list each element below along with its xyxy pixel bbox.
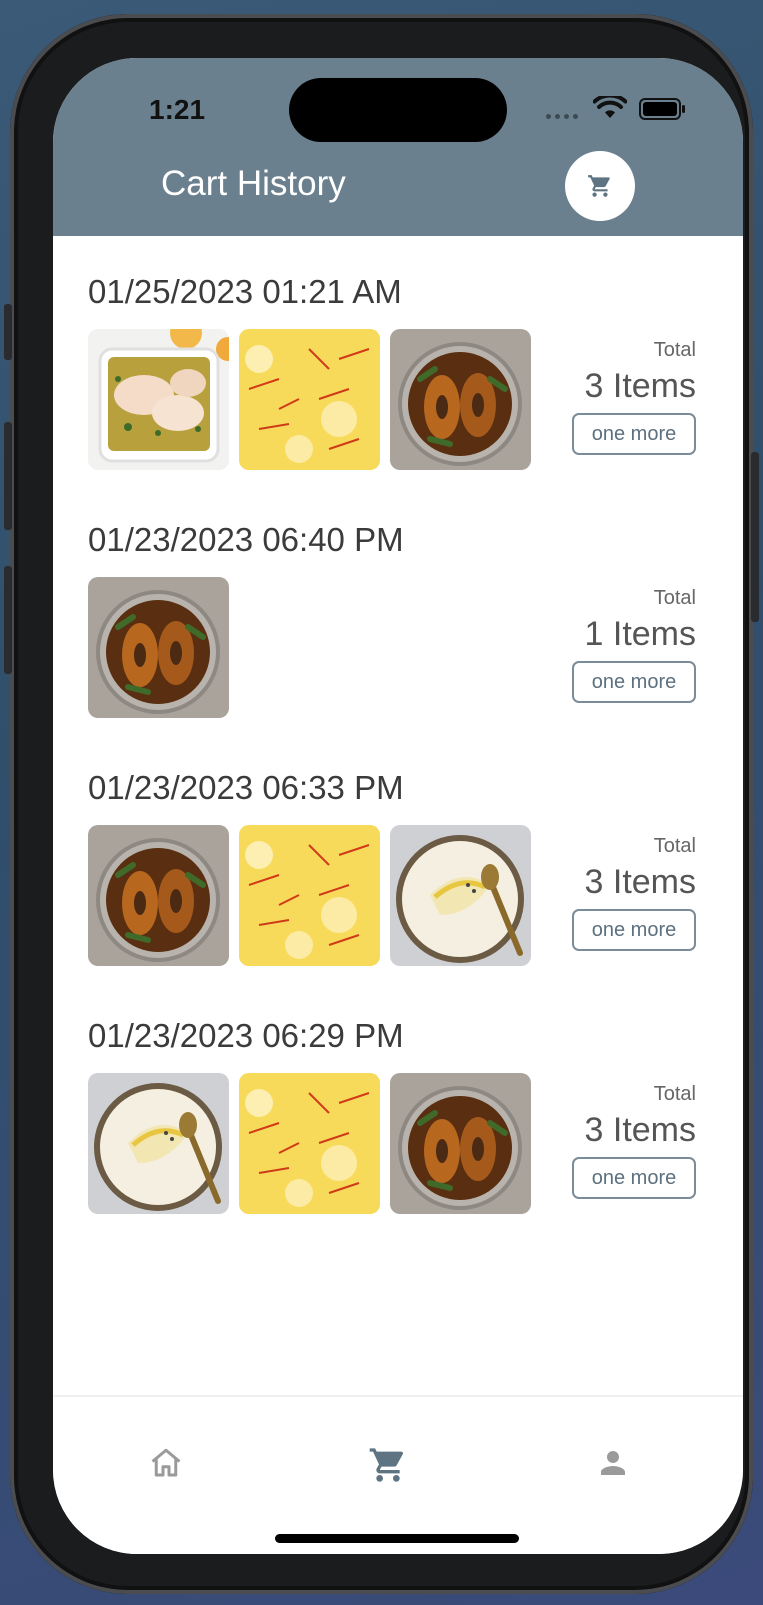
battery-icon — [639, 98, 685, 120]
order-card: 01/23/2023 06:29 PM Total 3 Items one mo… — [88, 1017, 708, 1237]
total-label: Total — [653, 339, 696, 361]
app-header: 1:21 Cart History — [53, 58, 743, 236]
cart-icon — [588, 175, 610, 197]
nav-cart[interactable] — [368, 1445, 408, 1490]
food-image-chicken[interactable] — [88, 329, 229, 470]
person-icon — [601, 1451, 625, 1475]
total-label: Total — [653, 587, 696, 609]
nav-profile[interactable] — [595, 1445, 631, 1486]
order-card: 01/23/2023 06:40 PM Total 1 Items one mo… — [88, 521, 708, 741]
food-image-fish-curry[interactable] — [88, 825, 229, 966]
bottom-nav — [53, 1395, 743, 1554]
home-icon — [151, 1448, 181, 1477]
item-count: 1 Items — [584, 615, 696, 653]
order-date: 01/23/2023 06:40 PM — [88, 521, 404, 558]
order-date: 01/23/2023 06:33 PM — [88, 769, 404, 806]
food-image-fish-curry[interactable] — [390, 329, 531, 470]
status-time: 1:21 — [149, 94, 206, 125]
food-image-fish-curry[interactable] — [390, 1073, 531, 1214]
item-count: 3 Items — [584, 863, 696, 901]
one-more-button[interactable]: one more — [572, 413, 696, 455]
one-more-button[interactable]: one more — [572, 909, 696, 951]
food-image-fish-curry[interactable] — [88, 577, 229, 718]
volume-down-button — [4, 566, 12, 674]
order-card: 01/25/2023 01:21 AM Total 3 Items one mo… — [88, 273, 708, 493]
food-image-saffron-rice[interactable] — [239, 825, 380, 966]
volume-up-button — [4, 422, 12, 530]
cart-icon — [369, 1448, 404, 1482]
phone-frame: 1:21 Cart History 01/25/2023 01:21 AM To… — [4, 14, 759, 1594]
signal-icon — [546, 114, 578, 119]
nav-home[interactable] — [148, 1445, 184, 1486]
total-label: Total — [653, 1083, 696, 1105]
order-date: 01/25/2023 01:21 AM — [88, 273, 402, 310]
one-more-button[interactable]: one more — [572, 1157, 696, 1199]
order-date: 01/23/2023 06:29 PM — [88, 1017, 404, 1054]
total-label: Total — [653, 835, 696, 857]
food-image-saffron-rice[interactable] — [239, 329, 380, 470]
power-button — [751, 452, 759, 622]
app-screen: 1:21 Cart History 01/25/2023 01:21 AM To… — [53, 58, 743, 1554]
home-indicator — [275, 1534, 519, 1543]
food-image-mashed-potato[interactable] — [390, 825, 531, 966]
cart-button[interactable] — [565, 151, 635, 221]
order-card: 01/23/2023 06:33 PM Total 3 Items one mo… — [88, 769, 708, 989]
dynamic-island — [289, 78, 507, 142]
item-count: 3 Items — [584, 367, 696, 405]
order-thumbnails — [88, 329, 531, 470]
page-title: Cart History — [161, 164, 346, 203]
order-thumbnails — [88, 1073, 531, 1214]
item-count: 3 Items — [584, 1111, 696, 1149]
side-button — [4, 304, 12, 360]
order-thumbnails — [88, 577, 229, 718]
one-more-button[interactable]: one more — [572, 661, 696, 703]
food-image-mashed-potato[interactable] — [88, 1073, 229, 1214]
order-thumbnails — [88, 825, 531, 966]
food-image-saffron-rice[interactable] — [239, 1073, 380, 1214]
wifi-icon — [593, 96, 627, 118]
